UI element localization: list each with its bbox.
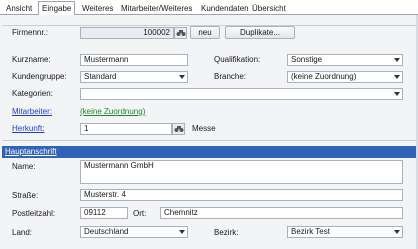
tab-eingabe[interactable]: Eingabe bbox=[38, 1, 76, 16]
kundengruppe-value: Standard bbox=[84, 72, 117, 81]
tab-uebersicht[interactable]: Übersicht bbox=[248, 2, 290, 15]
plz-field[interactable]: 09112 bbox=[80, 207, 128, 219]
land-value: Deutschland bbox=[84, 227, 129, 236]
neu-button[interactable]: neu bbox=[190, 26, 220, 39]
land-select[interactable]: Deutschland bbox=[80, 226, 188, 238]
kundengruppe-select[interactable]: Standard bbox=[80, 71, 188, 83]
tab-kundendaten[interactable]: Kundendaten bbox=[197, 2, 253, 15]
tab-weiteres[interactable]: Weiteres bbox=[78, 2, 117, 15]
chevron-down-icon bbox=[394, 92, 400, 96]
herkunft-field[interactable]: 1 bbox=[80, 123, 172, 135]
branche-select[interactable]: (keine Zuordnung) bbox=[287, 71, 403, 83]
hauptanschrift-link[interactable]: Hauptanschrift bbox=[5, 147, 57, 156]
qualifikation-value: Sonstige bbox=[291, 55, 323, 64]
kurzname-field[interactable]: Mustermann bbox=[80, 54, 188, 66]
plz-label: Postleitzahl: bbox=[12, 209, 56, 218]
tab-ansicht[interactable]: Ansicht bbox=[2, 2, 36, 15]
mitarbeiter-link[interactable]: Mitarbeiter: bbox=[12, 107, 52, 117]
section-divider bbox=[2, 140, 416, 141]
firmennr-field[interactable]: 100002 bbox=[80, 27, 174, 39]
ort-field[interactable]: Chemnitz bbox=[160, 207, 403, 219]
qualifikation-label: Qualifikation: bbox=[214, 55, 261, 64]
duplikate-button[interactable]: Duplikate... bbox=[225, 26, 295, 39]
chevron-down-icon bbox=[179, 75, 185, 79]
herkunft-suffix: Messe bbox=[192, 124, 216, 133]
firmennr-label: Firmennr.: bbox=[12, 28, 49, 37]
strasse-field[interactable]: Musterstr. 4 bbox=[80, 189, 403, 201]
kurzname-label: Kurzname: bbox=[12, 55, 51, 64]
firmennr-search-button[interactable] bbox=[174, 27, 187, 39]
tab-bar: Ansicht Eingabe Weiteres Mitarbeiter/Wei… bbox=[0, 0, 418, 16]
strasse-label: Straße: bbox=[12, 191, 39, 200]
chevron-down-icon bbox=[394, 58, 400, 62]
land-label: Land: bbox=[12, 228, 33, 237]
herkunft-search-button[interactable] bbox=[172, 123, 185, 135]
chevron-down-icon bbox=[394, 75, 400, 79]
kundengruppe-label: Kundengruppe: bbox=[12, 72, 67, 81]
mitarbeiter-value-link[interactable]: (keine Zuordnung) bbox=[80, 107, 145, 117]
chevron-down-icon bbox=[179, 230, 185, 234]
binoculars-icon bbox=[174, 126, 184, 132]
kategorien-select[interactable] bbox=[80, 88, 403, 100]
binoculars-icon bbox=[176, 30, 186, 36]
hauptanschrift-header: Hauptanschrift bbox=[2, 146, 416, 158]
branche-value: (keine Zuordnung) bbox=[291, 72, 357, 81]
tab-mitarbeiter-weiteres[interactable]: Mitarbeiter/Weiteres bbox=[117, 2, 196, 15]
bezirk-select[interactable]: Bezirk Test bbox=[287, 226, 403, 238]
bezirk-label: Bezirk: bbox=[214, 228, 239, 237]
chevron-down-icon bbox=[394, 230, 400, 234]
ort-label: Ort: bbox=[133, 209, 147, 218]
kategorien-label: Kategorien: bbox=[12, 89, 53, 98]
qualifikation-select[interactable]: Sonstige bbox=[287, 54, 403, 66]
bezirk-value: Bezirk Test bbox=[291, 227, 330, 236]
name-label: Name: bbox=[12, 162, 36, 171]
branche-label: Branche: bbox=[214, 72, 247, 81]
name-field[interactable]: Mustermann GmbH bbox=[80, 160, 403, 184]
herkunft-link[interactable]: Herkunft: bbox=[12, 124, 44, 134]
